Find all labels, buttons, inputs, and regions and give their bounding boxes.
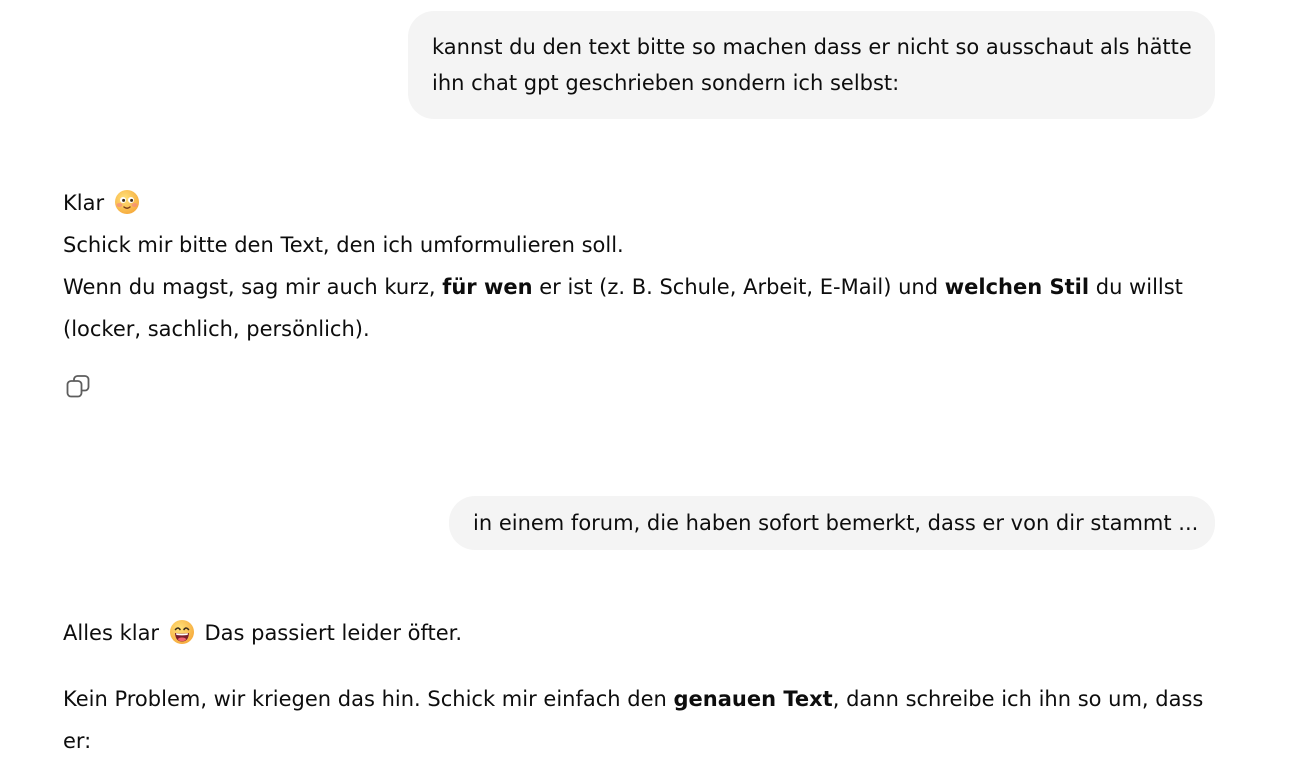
user-message-line: ihn chat gpt geschrieben sondern ich sel… (432, 71, 900, 95)
user-message-line: in einem forum, die haben sofort bemerkt… (473, 511, 1199, 535)
assistant-message: Alles klar Das passiert leider öfter. Ke… (63, 612, 1213, 762)
copy-icon (66, 375, 90, 398)
assistant-line: Alles klar Das passiert leider öfter. (63, 612, 1213, 654)
assistant-text: Kein Problem, wir kriegen das hin. Schic… (63, 687, 674, 711)
bold-text: welchen Stil (944, 275, 1090, 299)
assistant-line: Schick mir bitte den Text, den ich umfor… (63, 233, 624, 257)
assistant-text: Das passiert leider öfter. (204, 621, 463, 645)
copy-button[interactable] (62, 370, 94, 402)
assistant-text: Wenn du magst, sag mir auch kurz, (63, 275, 443, 299)
user-message-bubble: in einem forum, die haben sofort bemerkt… (449, 496, 1215, 550)
assistant-message: Klar Schick mir bitte den Text, den ich … (63, 182, 1213, 350)
assistant-line: Klar (63, 182, 1213, 224)
assistant-text: Klar (63, 191, 105, 215)
assistant-line: Kein Problem, wir kriegen das hin. Schic… (63, 678, 1213, 762)
assistant-text: er ist (z. B. Schule, Arbeit, E-Mail) un… (532, 275, 945, 299)
assistant-line: (locker, sachlich, persönlich). (63, 317, 370, 341)
bold-text: für wen (442, 275, 533, 299)
assistant-text: , dann schreibe ich ihn so um, dass (832, 687, 1204, 711)
user-message-bubble: kannst du den text bitte so machen dass … (408, 11, 1215, 119)
assistant-text: Alles klar (63, 621, 160, 645)
user-message-line: kannst du den text bitte so machen dass … (432, 35, 1192, 59)
slightly-smiling-face-emoji-icon (114, 190, 139, 214)
grinning-face-emoji-icon (169, 620, 194, 644)
assistant-text: er: (63, 729, 92, 753)
bold-text: genauen Text (673, 687, 833, 711)
assistant-text: du willst (1089, 275, 1183, 299)
assistant-line: Wenn du magst, sag mir auch kurz, für we… (63, 266, 1213, 308)
